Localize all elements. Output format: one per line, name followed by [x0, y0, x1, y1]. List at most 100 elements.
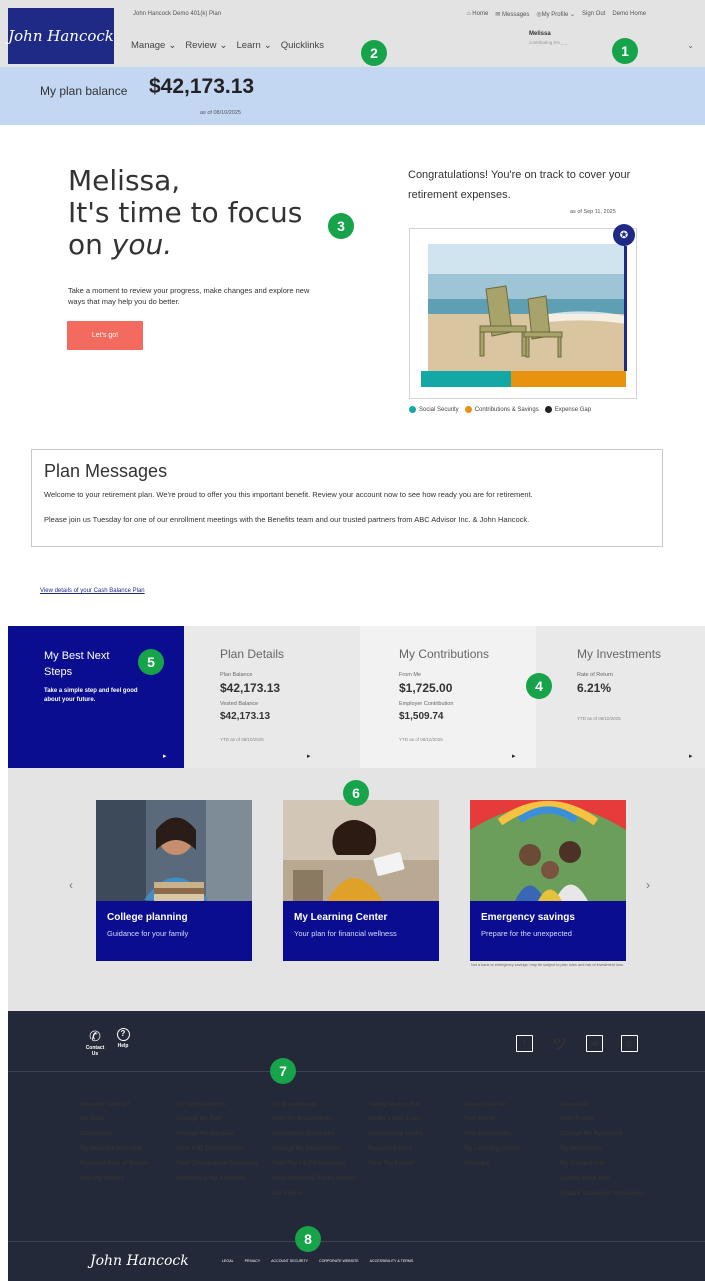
cash-balance-link[interactable]: View details of your Cash Balance Plan [40, 588, 145, 594]
hero-title-line: It's time to focus [68, 196, 303, 229]
card-subtitle: Guidance for your family [107, 929, 189, 938]
card-title: My Learning Center [294, 912, 388, 923]
footer-link[interactable]: My Contact Info [560, 1160, 648, 1168]
footer-link[interactable]: Plan Home [464, 1115, 552, 1123]
util-label: My Profile [541, 12, 569, 18]
twitter-icon[interactable]: ツ [551, 1035, 568, 1053]
util-home[interactable]: ⌂ Home [467, 11, 488, 18]
footer-link[interactable]: View Profile [560, 1115, 648, 1123]
footer-link[interactable]: Plan Documents [464, 1130, 552, 1138]
learning-center-card[interactable]: My Learning Center Your plan for financi… [283, 901, 439, 961]
help-link[interactable]: ? Help [113, 1028, 133, 1049]
footer-column: About the Plan Plan Home Plan Documents My … [464, 1101, 552, 1175]
footer-link[interactable]: Activity History [80, 1175, 168, 1183]
nav-label: Quicklinks [280, 40, 325, 51]
footer-link[interactable]: Change My Password [560, 1130, 648, 1138]
footer-link[interactable]: Update Bank Info [560, 1175, 648, 1183]
instagram-icon[interactable]: ◎ [621, 1035, 638, 1052]
footer-column: My Investments View My Investments Investm… [272, 1101, 360, 1205]
linkedin-icon[interactable]: in [586, 1035, 603, 1052]
badge-2: 2 [361, 40, 387, 66]
contact-us-link[interactable]: ✆ Contact Us [82, 1028, 108, 1057]
footer-divider [8, 1071, 705, 1072]
badge-3: 3 [328, 213, 354, 239]
footer-link[interactable]: Request Forms [368, 1145, 456, 1153]
footer-link[interactable]: My Goal [80, 1115, 168, 1123]
footer-link[interactable]: My Beneficiary [560, 1145, 648, 1153]
footer-link[interactable]: Combining My Accounts [176, 1175, 264, 1183]
footer-link[interactable]: View YTD Contributions [176, 1145, 264, 1153]
income-bars [421, 371, 626, 387]
hero-title: Melissa, It's time to focus on you. [68, 165, 302, 261]
footer-link[interactable]: Change My Rate [176, 1115, 264, 1123]
footer-link[interactable]: My Learning Center [464, 1145, 552, 1153]
lets-go-button[interactable]: Let's go! [67, 321, 143, 350]
beach-chairs-image [428, 244, 626, 371]
college-planning-image[interactable] [96, 800, 252, 901]
footer-link[interactable]: View Fees & Performance [272, 1160, 360, 1168]
legend-label: Contributions & Savings [474, 406, 539, 413]
college-planning-card[interactable]: College planning Guidance for your famil… [96, 901, 252, 961]
footer-legal-links: LEGAL PRIVACY ACCOUNT SECURITY CORPORATE… [222, 1259, 413, 1263]
util-messages[interactable]: ✉ Messages [495, 11, 529, 18]
footer-logo[interactable]: John Hancock [90, 1253, 189, 1269]
footer-link[interactable]: ACCESSIBILITY & TERMS [370, 1259, 414, 1263]
footer-link[interactable]: View Historical Prices (NAVs) [272, 1175, 360, 1183]
card-subtitle: Your plan for financial wellness [294, 929, 397, 938]
nav-manage[interactable]: Manage ⌄ [131, 40, 176, 51]
contact-label: Contact Us [85, 1045, 105, 1057]
best-next-steps-tile[interactable]: My Best Next Steps Take a simple step an… [8, 626, 184, 768]
card-disclaimer: Not a bank or emergency savings; may be … [471, 963, 624, 967]
footer-column: About Me View Profile Change My Password My… [560, 1101, 648, 1205]
footer-link[interactable]: Get Advice [272, 1190, 360, 1198]
util-label: Messages [502, 12, 530, 18]
home-icon: ⌂ [467, 11, 471, 17]
footer-link[interactable]: PRIVACY [245, 1259, 261, 1263]
main-nav: Manage ⌄ Review ⌄ Learn ⌄ Quicklinks [131, 40, 324, 51]
my-investments-tile[interactable]: My Investments Rate of Return 6.21% YTD … [536, 626, 705, 768]
logo[interactable]: John Hancock [8, 8, 114, 64]
mail-icon: ✉ [495, 12, 501, 18]
footer-link[interactable]: View Tax Forms [368, 1160, 456, 1168]
footer-link[interactable]: View My Investments [272, 1115, 360, 1123]
footer-link[interactable]: Investment Strategies [272, 1130, 360, 1138]
help-label: Help [117, 1043, 129, 1049]
util-profile[interactable]: ◎My Profile ⌄ [536, 11, 575, 18]
util-demo-home[interactable]: Demo Home [612, 11, 646, 18]
legend-item: Contributions & Savings [464, 406, 539, 413]
nav-learn[interactable]: Learn ⌄ [236, 40, 271, 51]
tile-subtitle: Take a simple step and feel good about y… [44, 688, 138, 703]
footer-link[interactable]: ACCOUNT SECURITY [271, 1259, 308, 1263]
carousel-next-icon[interactable]: › [646, 878, 650, 892]
footer-link[interactable]: CORPORATE WEBSITE [319, 1259, 359, 1263]
footer-link[interactable]: Manage My Increase [176, 1130, 264, 1138]
footer-link[interactable]: My Account Overview [80, 1145, 168, 1153]
learning-center-image[interactable] [283, 800, 439, 901]
chevron-down-icon: ⌄ [263, 40, 272, 51]
footer-link[interactable]: Outstanding Loans [368, 1130, 456, 1138]
balance-amount: $42,173.13 [149, 75, 255, 98]
footer-link[interactable]: View Contribution Calculator [176, 1160, 264, 1168]
footer-link[interactable]: Statements [80, 1130, 168, 1138]
chevron-down-icon: ⌄ [168, 40, 177, 51]
emergency-savings-image[interactable] [470, 800, 626, 901]
footer-link[interactable]: Personal Rate of Return [80, 1160, 168, 1168]
nav-review[interactable]: Review ⌄ [185, 40, 227, 51]
carousel-prev-icon[interactable]: ‹ [69, 878, 73, 892]
legend-item: Expense Gap [544, 406, 591, 413]
util-signout[interactable]: Sign Out [582, 11, 605, 18]
footer-link[interactable]: Change My Investments [272, 1145, 360, 1153]
my-contributions-tile[interactable]: My Contributions From Me $1,725.00 Emplo… [360, 626, 536, 768]
emergency-savings-card[interactable]: Emergency savings Prepare for the unexpe… [470, 901, 626, 961]
footer-link[interactable]: Glossary [464, 1160, 552, 1168]
hero-subtitle: Take a moment to review your progress, m… [68, 286, 310, 306]
contributions-savings-bar [511, 371, 626, 387]
facebook-icon[interactable]: f [516, 1035, 533, 1052]
plan-details-tile[interactable]: Plan Details Plan Balance $42,173.13 Ves… [184, 626, 360, 768]
arrow-right-icon: ▸ [689, 753, 693, 760]
footer-link[interactable]: Update Statement Preference [560, 1190, 648, 1198]
footer-link[interactable]: LEGAL [222, 1259, 234, 1263]
footer-link[interactable]: Model a New Loan [368, 1115, 456, 1123]
plan-message: Please join us Tuesday for one of our en… [44, 515, 530, 524]
nav-quicklinks[interactable]: Quicklinks [281, 40, 324, 51]
